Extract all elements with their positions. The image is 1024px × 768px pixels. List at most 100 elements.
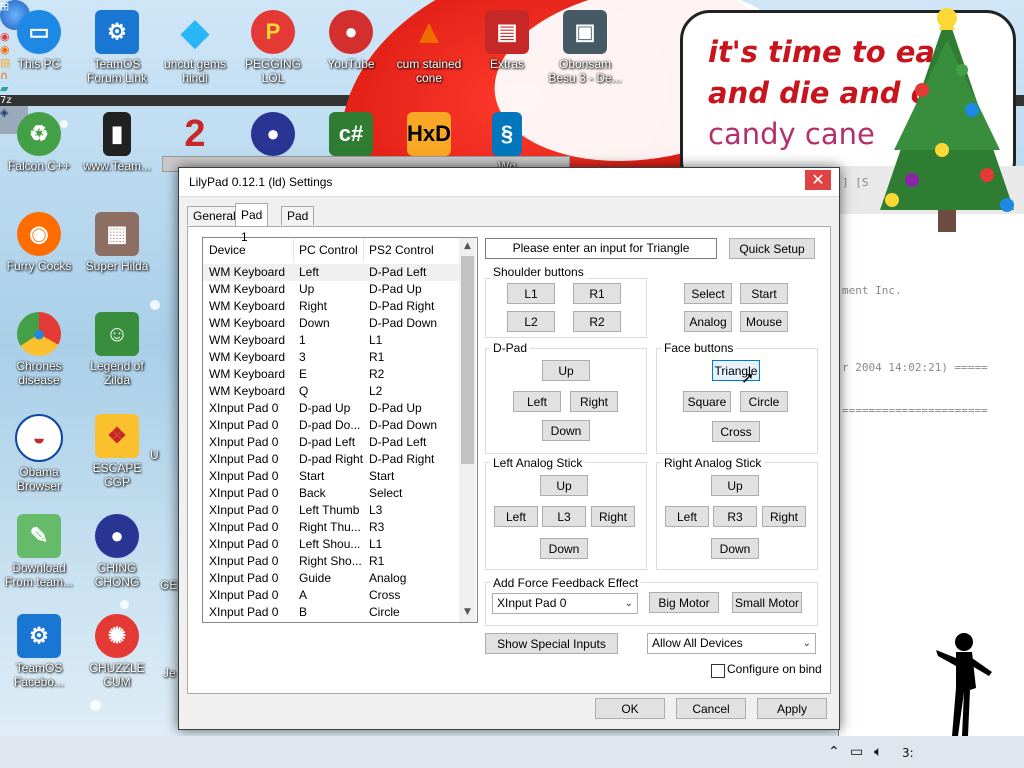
circle-button[interactable]: Circle [740,391,788,412]
scroll-up-icon[interactable]: ▲ [459,238,476,255]
right-stick-down-button[interactable]: Down [711,538,759,559]
table-row[interactable]: WM Keyboard Down D-Pad Down [203,315,459,332]
desktop-icon-firefox[interactable]: ◉ Furry Cocks [0,212,78,273]
desktop-icon-super-hilda[interactable]: ▦ Super Hilda [78,212,156,273]
desktop-icon-partial[interactable]: U [150,448,180,462]
show-special-inputs-button[interactable]: Show Special Inputs [485,633,618,654]
right-stick-right-button[interactable]: Right [762,506,806,527]
desktop-icon-legend-of-zilda[interactable]: ☺ Legend of Zilda [78,312,156,387]
left-stick-left-button[interactable]: Left [494,506,538,527]
volume-icon[interactable]: 🔈︎ [874,744,882,760]
apply-button[interactable]: Apply [757,698,827,719]
small-motor-button[interactable]: Small Motor [732,592,802,613]
desktop-icon-teamos-facebook[interactable]: ⚙ TeamOS Facebo... [0,614,78,689]
analog-button[interactable]: Analog [684,311,732,332]
table-row[interactable]: WM Keyboard Left D-Pad Left [203,264,459,281]
dpad-up-button[interactable]: Up [542,360,590,381]
r3-button[interactable]: R3 [713,506,757,527]
desktop-icon-extras[interactable]: ▤ Extras [468,10,546,71]
network-icon[interactable]: ▭ [850,744,863,760]
configure-on-bind-checkbox[interactable] [711,664,725,678]
bindings-list[interactable]: Device PC Control PS2 Control WM Keyboar… [202,237,478,623]
desktop-icon-falcon[interactable]: ♻ Falcon C++ [0,112,78,173]
ffb-device-select[interactable]: XInput Pad 0 ⌄ [492,593,638,614]
left-stick-right-button[interactable]: Right [591,506,635,527]
ok-button[interactable]: OK [595,698,665,719]
table-row[interactable]: WM Keyboard E R2 [203,366,459,383]
dpad-down-button[interactable]: Down [542,420,590,441]
l1-button[interactable]: L1 [507,283,555,304]
dpad-right-button[interactable]: Right [570,391,618,412]
table-row[interactable]: XInput Pad 0 D-pad Left D-Pad Left [203,434,459,451]
scroll-thumb[interactable] [461,256,474,464]
table-row[interactable]: XInput Pad 0 A Cross [203,587,459,604]
start-button[interactable]: Start [740,283,788,304]
desktop-icon-orb[interactable]: ● [234,112,312,159]
table-row[interactable]: XInput Pad 0 Start Start [203,468,459,485]
left-stick-up-button[interactable]: Up [540,475,588,496]
quick-setup-button[interactable]: Quick Setup [729,238,815,259]
clock[interactable]: 3: [902,746,914,760]
scroll-down-icon[interactable]: ▼ [459,604,476,621]
desktop-icon-cone[interactable]: ▲ cum stained cone [390,10,468,85]
desktop-icon-csharp[interactable]: c# [312,112,390,159]
dpad-left-button[interactable]: Left [513,391,561,412]
right-stick-left-button[interactable]: Left [665,506,709,527]
table-row[interactable]: WM Keyboard 1 L1 [203,332,459,349]
desktop-icon-ching-chong[interactable]: ● CHING CHONG [78,514,156,589]
desktop-icon-obonsam[interactable]: ▣ Obonsam Besu 3 - De... [546,10,624,85]
desktop-icon-hxd[interactable]: HxD [390,112,468,159]
desktop-icon-pegging[interactable]: P PEGGING LOL [234,10,312,85]
desktop-icon-teamos-forum[interactable]: ⚙ TeamOS Forum Link [78,10,156,85]
close-button[interactable]: ✕ [805,170,831,190]
table-row[interactable]: XInput Pad 0 Left Shou... L1 [203,536,459,553]
column-header-pc-control[interactable]: PC Control [293,238,364,262]
cross-button[interactable]: Cross [712,421,760,442]
table-row[interactable]: XInput Pad 0 Back Select [203,485,459,502]
list-scrollbar[interactable]: ▲ ▼ [459,238,476,622]
csharp-icon: c# [329,112,373,156]
table-row[interactable]: XInput Pad 0 D-pad Right D-Pad Right [203,451,459,468]
tab-pad-1[interactable]: Pad 1 [235,203,269,244]
table-row[interactable]: WM Keyboard Q L2 [203,383,459,400]
desktop-icon-wg[interactable]: § Wg [468,112,546,173]
table-row[interactable]: XInput Pad 0 Guide Analog [203,570,459,587]
column-header-ps2-control[interactable]: PS2 Control [363,238,459,262]
tab-pad-2[interactable]: Pad 2 [281,206,315,241]
table-row[interactable]: WM Keyboard Right D-Pad Right [203,298,459,315]
l2-button[interactable]: L2 [507,311,555,332]
tab-general[interactable]: General [187,206,242,225]
table-row[interactable]: XInput Pad 0 Right Thu... R3 [203,519,459,536]
l3-button[interactable]: L3 [542,506,586,527]
table-row[interactable]: WM Keyboard 3 R1 [203,349,459,366]
desktop-icon-chuzzle[interactable]: ✺ CHUZZLE CUM [78,614,156,689]
table-row[interactable]: XInput Pad 0 B Circle [203,604,459,621]
desktop-icon-number-2[interactable]: 2 [156,112,234,159]
table-row[interactable]: XInput Pad 0 Right Sho... R1 [203,553,459,570]
desktop-icon-this-pc[interactable]: ▭ This PC [0,10,78,71]
square-button[interactable]: Square [683,391,731,412]
left-stick-down-button[interactable]: Down [540,538,588,559]
show-hidden-icons-chevron-icon[interactable]: ⌃ [828,744,840,760]
device-filter-select[interactable]: Allow All Devices ⌄ [647,633,816,654]
desktop-icon-obama-browser[interactable]: ◒ Obama Browser [0,414,78,493]
r1-button[interactable]: R1 [573,283,621,304]
desktop-icon-download[interactable]: ✎ Download From team... [0,514,78,589]
right-stick-up-button[interactable]: Up [711,475,759,496]
desktop-icon-uncut-gems[interactable]: ◆ uncut gems hindi [156,10,234,86]
table-row[interactable]: XInput Pad 0 Left Thumb L3 [203,502,459,519]
table-row[interactable]: WM Keyboard Up D-Pad Up [203,281,459,298]
desktop-icon-chrome[interactable]: ● Chrones disease [0,312,78,387]
mouse-button[interactable]: Mouse [740,311,788,332]
select-button[interactable]: Select [684,283,732,304]
cancel-button[interactable]: Cancel [676,698,746,719]
big-motor-button[interactable]: Big Motor [649,592,719,613]
column-header-device[interactable]: Device [203,238,294,262]
title-bar[interactable]: LilyPad 0.12.1 (ld) Settings ✕ [179,168,839,197]
desktop-icon-escape-cgp[interactable]: ❖ ESCAPE CGP [78,414,156,489]
table-row[interactable]: XInput Pad 0 D-pad Up D-Pad Up [203,400,459,417]
desktop-icon-youtube[interactable]: ● YouTube [312,10,390,71]
table-row[interactable]: XInput Pad 0 D-pad Do... D-Pad Down [203,417,459,434]
r2-button[interactable]: R2 [573,311,621,332]
desktop-icon-www-team[interactable]: ▮ www.Team... [78,112,156,173]
